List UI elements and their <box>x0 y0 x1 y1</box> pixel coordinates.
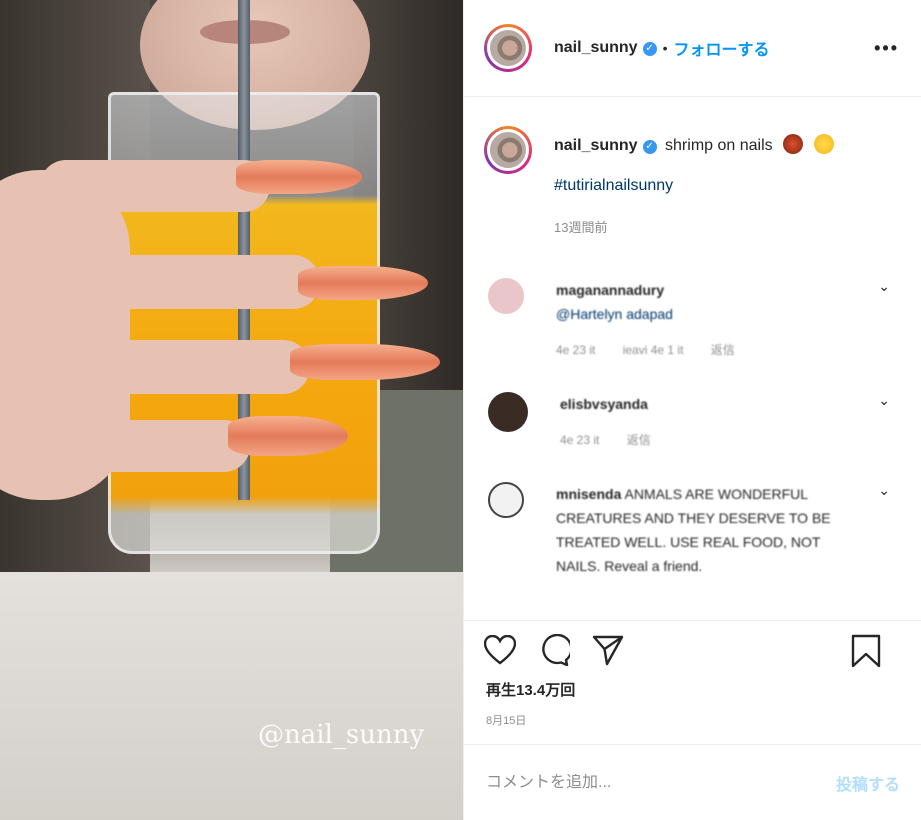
author-username-text[interactable]: nail_sunny <box>554 39 638 56</box>
shrimp-nail <box>290 344 440 380</box>
comment-icon[interactable] <box>534 630 574 670</box>
table-surface <box>0 572 463 820</box>
comment-time[interactable]: 4e 23 it <box>556 343 595 357</box>
more-options-icon[interactable]: ••• <box>874 38 899 59</box>
commenter-avatar[interactable] <box>488 392 528 432</box>
post-caption: nail_sunny ✓ shrimp on nails #tutirialnai… <box>464 98 921 236</box>
post-actions: 再生13.4万回 8月15日 <box>464 620 921 744</box>
caption-author-avatar[interactable] <box>484 126 532 174</box>
commenter-username[interactable]: elisbvsyanda <box>560 392 860 416</box>
shrimp-nail <box>236 160 362 194</box>
comment-item: mnisenda ANMALS ARE WONDERFUL CREATURES … <box>464 482 921 578</box>
comment-text: @Hartelyn adapad <box>556 306 673 322</box>
bookmark-icon[interactable] <box>846 631 886 671</box>
avatar-image <box>487 129 529 171</box>
follow-button[interactable]: フォローする <box>673 36 769 60</box>
commenter-username[interactable]: mnisenda <box>556 486 621 502</box>
comment-body: elisbvsyanda 4e 23 it 返信 <box>560 392 860 452</box>
shrimp-nail <box>228 416 348 456</box>
video-watermark: @nail_sunny <box>258 720 425 750</box>
comment-body: mnisenda ANMALS ARE WONDERFUL CREATURES … <box>556 482 856 578</box>
reply-button[interactable]: 返信 <box>711 343 735 357</box>
share-icon[interactable] <box>588 630 628 670</box>
avatar-image <box>487 27 529 69</box>
comment-body: maganannadury @Hartelyn adapad 4e 23 it … <box>556 278 856 362</box>
caption-timestamp[interactable]: 13週間前 <box>554 217 834 236</box>
comment-meta: 4e 23 it ieavi 4e 1 it 返信 <box>556 338 856 362</box>
comment-input[interactable] <box>486 773 836 792</box>
finger <box>40 255 320 309</box>
post-header: nail_sunny ✓ • フォローする ••• <box>464 0 921 97</box>
caption-hashtag[interactable]: #tutirialnailsunny <box>554 177 834 195</box>
comment-time[interactable]: 4e 23 it <box>560 433 599 447</box>
verified-badge-icon: ✓ <box>642 42 657 56</box>
view-count[interactable]: 再生13.4万回 <box>480 679 906 700</box>
chevron-down-icon[interactable]: ⌄ <box>878 482 890 499</box>
caption-line: nail_sunny ✓ shrimp on nails <box>554 134 834 155</box>
caption-body: nail_sunny ✓ shrimp on nails #tutirialnai… <box>554 126 834 236</box>
finger <box>40 340 310 394</box>
shrimp-emoji-icon <box>783 134 804 154</box>
verified-badge-icon: ✓ <box>642 140 657 154</box>
comment-likes[interactable]: ieavi 4e 1 it <box>623 343 684 357</box>
commenter-username[interactable]: maganannadury <box>556 278 856 302</box>
comment-line: mnisenda ANMALS ARE WONDERFUL CREATURES … <box>556 482 856 578</box>
heart-icon[interactable] <box>480 630 520 670</box>
author-username[interactable]: nail_sunny ✓ <box>554 39 657 57</box>
separator-dot: • <box>662 40 668 56</box>
reply-button[interactable]: 返信 <box>627 433 651 447</box>
chevron-down-icon[interactable]: ⌄ <box>878 392 890 409</box>
caption-text: shrimp on nails <box>665 137 773 154</box>
finger <box>40 420 250 472</box>
action-row <box>480 621 906 679</box>
shrimp-nail <box>298 266 428 300</box>
chevron-down-icon[interactable]: ⌄ <box>878 278 890 295</box>
comments-list[interactable]: nail_sunny ✓ shrimp on nails #tutirialnai… <box>464 98 921 620</box>
comment-form: 投稿する <box>464 744 921 820</box>
laughing-emoji-icon <box>813 134 834 154</box>
author-avatar[interactable] <box>484 24 532 72</box>
commenter-avatar[interactable] <box>488 482 524 518</box>
caption-username[interactable]: nail_sunny <box>554 137 638 154</box>
commenter-avatar[interactable] <box>488 278 524 314</box>
post-comment-button[interactable]: 投稿する <box>836 771 900 795</box>
post-date[interactable]: 8月15日 <box>480 712 906 728</box>
comment-item: maganannadury @Hartelyn adapad 4e 23 it … <box>464 278 921 362</box>
post-side-panel: nail_sunny ✓ • フォローする ••• nail_sunny ✓ shr… <box>463 0 921 820</box>
comment-item: elisbvsyanda 4e 23 it 返信 ⌄ <box>464 392 921 452</box>
post-media[interactable]: @nail_sunny <box>0 0 463 820</box>
comment-meta: 4e 23 it 返信 <box>560 428 860 452</box>
